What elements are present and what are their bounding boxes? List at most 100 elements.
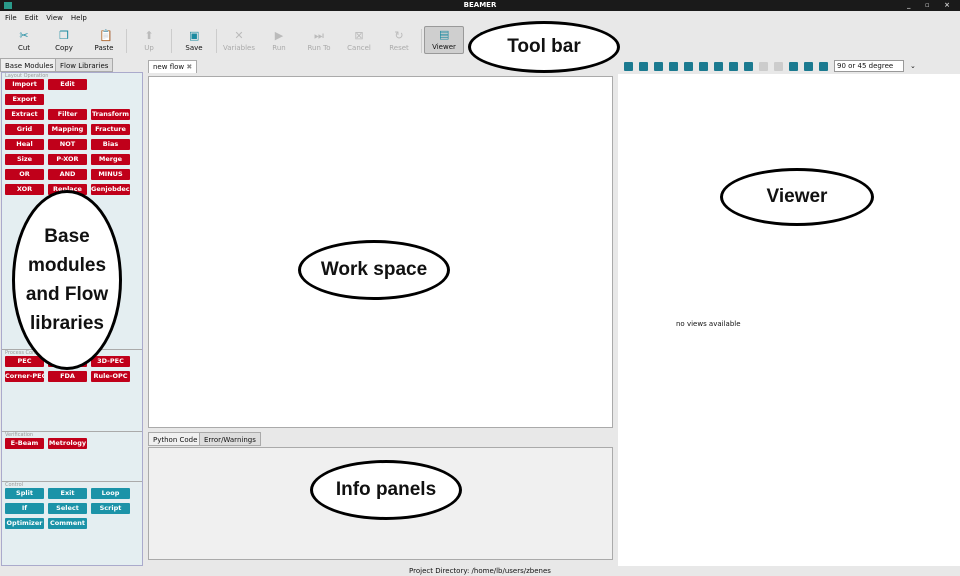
- tab-error-warnings[interactable]: Error/Warnings: [199, 432, 261, 446]
- reset-icon: ↻: [394, 29, 404, 42]
- menu-view[interactable]: View: [46, 12, 63, 25]
- viewer-button[interactable]: ▤ Viewer: [424, 26, 464, 54]
- module-transform[interactable]: Transform: [91, 109, 130, 120]
- module-edit[interactable]: Edit: [48, 79, 87, 90]
- module-e-beam[interactable]: E-Beam: [5, 438, 44, 449]
- module-import[interactable]: Import: [5, 79, 44, 90]
- toolbar-divider: [216, 29, 217, 53]
- module-bias[interactable]: Bias: [91, 139, 130, 150]
- window-controls[interactable]: _ ▫ ×: [907, 0, 956, 11]
- paste-button[interactable]: 📋 Paste: [84, 26, 124, 54]
- print-icon[interactable]: [624, 61, 633, 71]
- variables-label: Variables: [223, 44, 255, 52]
- toolbar-divider: [421, 29, 422, 53]
- angle-select[interactable]: 90 or 45 degree: [834, 60, 904, 72]
- up-label: Up: [144, 44, 154, 52]
- fill-icon[interactable]: [654, 61, 663, 71]
- up-icon: ⬆: [144, 29, 154, 42]
- paste-label: Paste: [94, 44, 114, 52]
- module-optimizer[interactable]: Optimizer: [5, 518, 44, 529]
- module-merge[interactable]: Merge: [91, 154, 130, 165]
- module-heal[interactable]: Heal: [5, 139, 44, 150]
- variables-icon: ✕: [234, 29, 244, 42]
- select-area-icon[interactable]: [789, 61, 798, 71]
- module-split[interactable]: Split: [5, 488, 44, 499]
- module-not[interactable]: NOT: [48, 139, 87, 150]
- uncheck-icon[interactable]: [819, 61, 828, 71]
- cancel-label: Cancel: [347, 44, 371, 52]
- toolbar-divider: [126, 29, 127, 53]
- close-icon[interactable]: ✖: [186, 63, 192, 71]
- module-if[interactable]: If: [5, 503, 44, 514]
- module-pec[interactable]: PEC: [5, 356, 44, 367]
- cancel-icon: ⊠: [354, 29, 364, 42]
- run-to-button: ⏭ Run To: [299, 26, 339, 54]
- module-fracture[interactable]: Fracture: [91, 124, 130, 135]
- copy-label: Copy: [55, 44, 73, 52]
- run-label: Run: [272, 44, 286, 52]
- module-mapping[interactable]: Mapping: [48, 124, 87, 135]
- module-fda[interactable]: FDA: [48, 371, 87, 382]
- annotation-viewer: Viewer: [720, 168, 874, 226]
- menu-file[interactable]: File: [5, 12, 17, 25]
- cut-button[interactable]: ✂ Cut: [4, 26, 44, 54]
- annotation-workspace: Work space: [298, 240, 450, 300]
- save-icon: ▣: [189, 29, 200, 42]
- tab-python-code[interactable]: Python Code: [148, 432, 203, 446]
- module-metrology[interactable]: Metrology: [48, 438, 87, 449]
- viewer-label: Viewer: [432, 43, 456, 51]
- magnet-icon[interactable]: [729, 61, 738, 71]
- module-select[interactable]: Select: [48, 503, 87, 514]
- module-rule-opc[interactable]: Rule-OPC: [91, 371, 130, 382]
- module-p-xor[interactable]: P-XOR: [48, 154, 87, 165]
- save-button[interactable]: ▣ Save: [174, 26, 214, 54]
- run-to-icon: ⏭: [314, 29, 324, 42]
- save-label: Save: [185, 44, 203, 52]
- menu-bar: File Edit View Help: [0, 12, 960, 25]
- module-or[interactable]: OR: [5, 169, 44, 180]
- list-icon[interactable]: [699, 61, 708, 71]
- copy-button[interactable]: ❐ Copy: [44, 26, 84, 54]
- annotation-info: Info panels: [310, 460, 462, 520]
- module-and[interactable]: AND: [48, 169, 87, 180]
- up-button: ⬆ Up: [129, 26, 169, 54]
- module-xor[interactable]: XOR: [5, 184, 44, 195]
- variables-button: ✕ Variables: [219, 26, 259, 54]
- module-grid: E-Beam Metrology: [2, 438, 142, 449]
- module-size[interactable]: Size: [5, 154, 44, 165]
- reset-label: Reset: [389, 44, 409, 52]
- square-icon[interactable]: [714, 61, 723, 71]
- module-corner-pec[interactable]: Corner-PEC: [5, 371, 44, 382]
- tab-base-modules[interactable]: Base Modules: [0, 58, 59, 72]
- run-icon: ▶: [274, 29, 284, 42]
- fit-icon[interactable]: [744, 61, 753, 71]
- module-filter[interactable]: Filter: [48, 109, 87, 120]
- chevron-down-icon[interactable]: ⌄: [910, 62, 916, 70]
- module-genjobdeck[interactable]: Genjobdeck: [91, 184, 130, 195]
- menu-edit[interactable]: Edit: [25, 12, 39, 25]
- title-bar: BEAMER _ ▫ ×: [0, 0, 960, 11]
- module-export[interactable]: Export: [5, 94, 44, 105]
- reset-button: ↻ Reset: [379, 26, 419, 54]
- stack-icon[interactable]: [684, 61, 693, 71]
- layers-icon[interactable]: [669, 61, 678, 71]
- module-3d-pec[interactable]: 3D-PEC: [91, 356, 130, 367]
- module-extract[interactable]: Extract: [5, 109, 44, 120]
- app-icon: [4, 2, 12, 9]
- cut-icon: ✂: [19, 29, 29, 42]
- module-minus[interactable]: MINUS: [91, 169, 130, 180]
- module-grid[interactable]: Grid: [5, 124, 44, 135]
- module-comment[interactable]: Comment: [48, 518, 87, 529]
- module-loop[interactable]: Loop: [91, 488, 130, 499]
- module-script[interactable]: Script: [91, 503, 130, 514]
- annotation-toolbar: Tool bar: [468, 21, 620, 73]
- module-grid: Import Edit Export Extract Filter Transform Gr…: [2, 79, 142, 195]
- module-grid: Split Exit Loop If Select Script Optimizer Comm…: [2, 488, 142, 529]
- check-icon[interactable]: [804, 61, 813, 71]
- tab-new-flow[interactable]: new flow ✖: [148, 60, 198, 73]
- screen-icon[interactable]: [639, 61, 648, 71]
- cut-label: Cut: [17, 44, 31, 52]
- module-exit[interactable]: Exit: [48, 488, 87, 499]
- menu-help[interactable]: Help: [71, 12, 87, 25]
- tab-flow-libraries[interactable]: Flow Libraries: [55, 58, 114, 72]
